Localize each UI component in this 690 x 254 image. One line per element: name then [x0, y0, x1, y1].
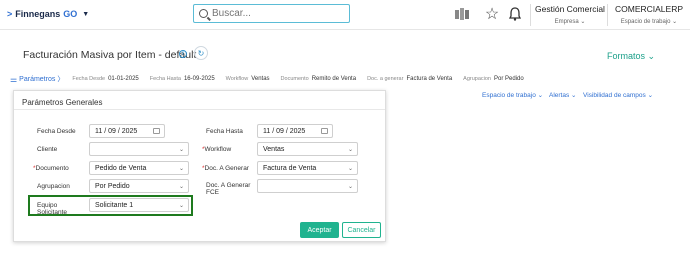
filter-agrupacion: Agrupacion Por Pedido [463, 76, 524, 82]
top-bar: > FinnegansGO ▼ ☆ Gestión Comercial Empr… [0, 0, 690, 30]
sliders-icon: ⚌ [10, 74, 18, 84]
equipo-solicitante-label: Equipo Solicitante [37, 202, 67, 216]
agrupacion-select[interactable]: Por Pedido ⌄ [89, 179, 189, 193]
documento-select[interactable]: Pedido de Venta ⌄ [89, 161, 189, 175]
chevron-down-icon: ⌄ [178, 203, 184, 209]
panel-title: Parámetros Generales [22, 98, 103, 107]
fecha-hasta-field[interactable]: 11 / 09 / 2025 [257, 124, 333, 138]
cliente-label: Cliente [37, 146, 58, 153]
doc-generar-label: *Doc. A Generar [202, 165, 249, 172]
doc-generar-fce-label: Doc. A Generar FCE [206, 182, 251, 196]
workspace-label: Espacio de trabajo ⌄ [620, 19, 678, 25]
search-box[interactable] [193, 4, 350, 23]
agrupacion-label: Agrupacion [37, 183, 70, 190]
fecha-desde-field[interactable]: 11 / 09 / 2025 [89, 124, 165, 138]
chevron-down-icon: ⌄ [347, 166, 353, 172]
workflow-label: *Workflow [202, 146, 232, 153]
logo-suffix: GO [63, 9, 78, 19]
chevron-down-icon: ⌄ [178, 184, 184, 190]
doc-generar-select[interactable]: Factura de Venta ⌄ [257, 161, 358, 175]
calendar-icon[interactable] [321, 128, 328, 134]
chevron-down-icon: ⌄ [347, 147, 353, 153]
chevron-right-icon: 〉 [57, 76, 65, 83]
formatos-dropdown[interactable]: Formatos ⌄ [607, 51, 655, 62]
chevron-down-icon: ⌄ [537, 92, 544, 99]
filter-documento: Documento Remito de Venta [280, 76, 357, 82]
chevron-down-icon: ⌄ [672, 19, 678, 25]
chevron-down-icon[interactable]: ▼ [82, 11, 89, 18]
favorites-star-icon[interactable]: ☆ [484, 6, 500, 23]
workspace-selector[interactable]: COMERCIALERP Espacio de trabajo ⌄ [610, 4, 688, 25]
alerts-link[interactable]: Alertas ⌄ [549, 91, 577, 99]
calendar-icon[interactable] [153, 128, 160, 134]
refresh-button[interactable]: ↻ [194, 46, 208, 60]
info-icon[interactable]: i [179, 50, 187, 58]
parameters-toggle[interactable]: ⚌ Parámetros 〉 [10, 74, 64, 84]
chevron-down-icon: ⌄ [347, 184, 353, 190]
logo-text: Finnegans [15, 9, 61, 19]
workspace-name: COMERCIALERP [614, 4, 683, 14]
company-name: Gestión Comercial [535, 4, 605, 14]
search-icon [199, 9, 208, 18]
parameters-summary-bar: ⚌ Parámetros 〉 Fecha Desde 01-01-2025 Fec… [10, 73, 535, 85]
divider [607, 4, 608, 26]
doc-generar-fce-select[interactable]: ⌄ [257, 179, 358, 193]
refresh-icon: ↻ [197, 48, 205, 58]
divider [14, 109, 385, 110]
cancel-button[interactable]: Cancelar [342, 222, 381, 238]
workspace-link[interactable]: Espacio de trabajo ⌄ [482, 91, 543, 99]
fecha-desde-label: Fecha Desde [37, 128, 76, 135]
notifications-bell-icon[interactable] [508, 6, 522, 22]
app-logo[interactable]: > Finnegans GO ▼ [7, 9, 89, 19]
filter-fecha-desde: Fecha Desde 01-01-2025 [72, 76, 139, 82]
search-input[interactable] [212, 8, 332, 19]
cliente-select[interactable]: ⌄ [89, 142, 189, 156]
chevron-down-icon: ⌄ [647, 51, 656, 61]
accept-button[interactable]: Aceptar [300, 222, 339, 238]
company-label: Empresa ⌄ [554, 19, 586, 25]
fecha-hasta-label: Fecha Hasta [206, 128, 243, 135]
chevron-down-icon: ⌄ [580, 19, 586, 25]
filter-workflow: Workflow Ventas [225, 76, 270, 82]
chevron-down-icon: ⌄ [178, 147, 184, 153]
documento-label: *Documento [33, 165, 69, 172]
equipo-solicitante-select[interactable]: Solicitante 1 ⌄ [89, 198, 189, 212]
filter-doc-generar: Doc. a generar Factura de Venta [367, 76, 453, 82]
chevron-down-icon: ⌄ [178, 166, 184, 172]
chevron-down-icon: ⌄ [647, 92, 654, 99]
apps-cube-icon[interactable] [453, 6, 471, 22]
workflow-select[interactable]: Ventas ⌄ [257, 142, 358, 156]
page-title: Facturación Masiva por Item - default [23, 49, 197, 61]
fields-visibility-link[interactable]: Visibilidad de campos ⌄ [583, 91, 653, 99]
divider [530, 4, 531, 26]
chevron-down-icon: ⌄ [571, 92, 577, 99]
logo-mark-icon: > [7, 9, 13, 19]
filter-fecha-hasta: Fecha Hasta 16-09-2025 [149, 76, 215, 82]
company-selector[interactable]: Gestión Comercial Empresa ⌄ [534, 4, 606, 25]
